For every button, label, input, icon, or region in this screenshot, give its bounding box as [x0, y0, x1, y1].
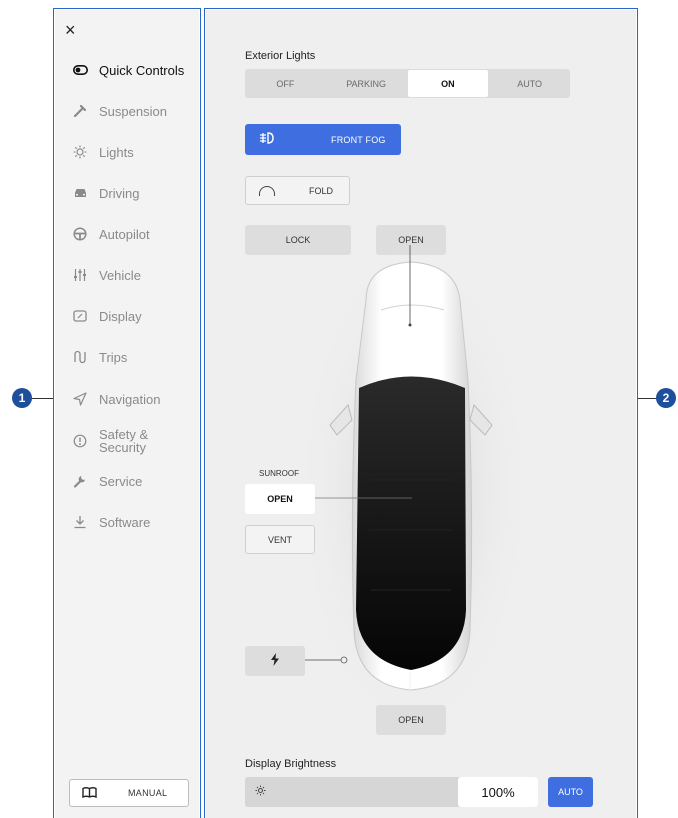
alert-icon [72, 433, 88, 449]
sidebar-item-software[interactable]: Software [55, 504, 199, 540]
car-icon [72, 185, 88, 201]
book-icon [82, 786, 102, 801]
sliders-icon [72, 267, 88, 283]
sidebar-item-safety-security[interactable]: Safety & Security [55, 421, 199, 461]
sidebar-item-display[interactable]: Display [55, 298, 199, 334]
brightness-slider[interactable]: 100% [245, 777, 538, 807]
brightness-sun-icon [255, 785, 266, 799]
sidebar-item-label: Software [99, 514, 151, 530]
sidebar-item-label: Autopilot [99, 226, 150, 242]
close-icon[interactable]: × [65, 20, 76, 40]
sidebar-item-label: Service [99, 473, 143, 489]
sunroof-open-button[interactable]: OPEN [245, 484, 315, 514]
sidebar-item-trips[interactable]: Trips [55, 339, 199, 375]
wrench-icon [72, 103, 88, 119]
sidebar-item-label: Driving [99, 185, 140, 201]
frunk-leader-dot [408, 323, 412, 327]
settings-sidebar: × Quick Controls Suspension Lights Drivi… [55, 10, 199, 818]
manual-button[interactable]: MANUAL [69, 779, 189, 807]
sidebar-item-label: Safety & Security [99, 428, 148, 454]
brightness-auto-button[interactable]: AUTO [548, 777, 593, 807]
glass-roof [356, 376, 466, 670]
sidebar-item-label: Vehicle [99, 267, 141, 283]
callout-2-line [638, 398, 656, 399]
download-icon [72, 514, 88, 530]
quick-controls-panel: Exterior Lights OFF PARKING ON AUTO FRON… [206, 10, 636, 818]
sidebar-item-vehicle[interactable]: Vehicle [55, 257, 199, 293]
sidebar-item-label: Display [99, 308, 142, 324]
sidebar-item-label: Trips [99, 349, 128, 365]
sidebar-item-suspension[interactable]: Suspension [55, 93, 199, 129]
lightning-icon [270, 653, 280, 669]
light-icon [72, 144, 88, 160]
display-brightness-title: Display Brightness [245, 758, 337, 770]
sidebar-item-autopilot[interactable]: Autopilot [55, 216, 199, 252]
sidebar-item-quick-controls[interactable]: Quick Controls [55, 52, 199, 88]
charge-port-button[interactable] [245, 646, 305, 676]
display-icon [72, 308, 88, 324]
sunroof-title: SUNROOF [259, 469, 299, 478]
sunroof-vent-button[interactable]: VENT [245, 525, 315, 554]
sidebar-item-label: Suspension [99, 103, 167, 119]
brightness-value: 100% [458, 777, 538, 807]
steering-wheel-icon [72, 226, 88, 242]
car-top-view-illustration [294, 240, 534, 740]
sidebar-item-navigation[interactable]: Navigation [55, 381, 199, 417]
sidebar-item-label: Quick Controls [99, 62, 185, 78]
callout-2: 2 [656, 388, 676, 408]
trunk-open-button[interactable]: OPEN [376, 705, 446, 735]
sidebar-item-lights[interactable]: Lights [55, 134, 199, 170]
toggle-icon [72, 62, 88, 78]
navigation-icon [72, 391, 88, 407]
service-wrench-icon [72, 473, 88, 489]
sidebar-item-service[interactable]: Service [55, 463, 199, 499]
sidebar-item-label-line-2: Security [99, 440, 146, 455]
callout-1: 1 [12, 388, 32, 408]
trips-icon [72, 349, 88, 365]
sidebar-item-label: Navigation [99, 391, 161, 407]
callout-1-line [32, 398, 53, 399]
sidebar-item-driving[interactable]: Driving [55, 175, 199, 211]
manual-button-label: MANUAL [128, 788, 168, 798]
sidebar-item-label: Lights [99, 144, 134, 160]
